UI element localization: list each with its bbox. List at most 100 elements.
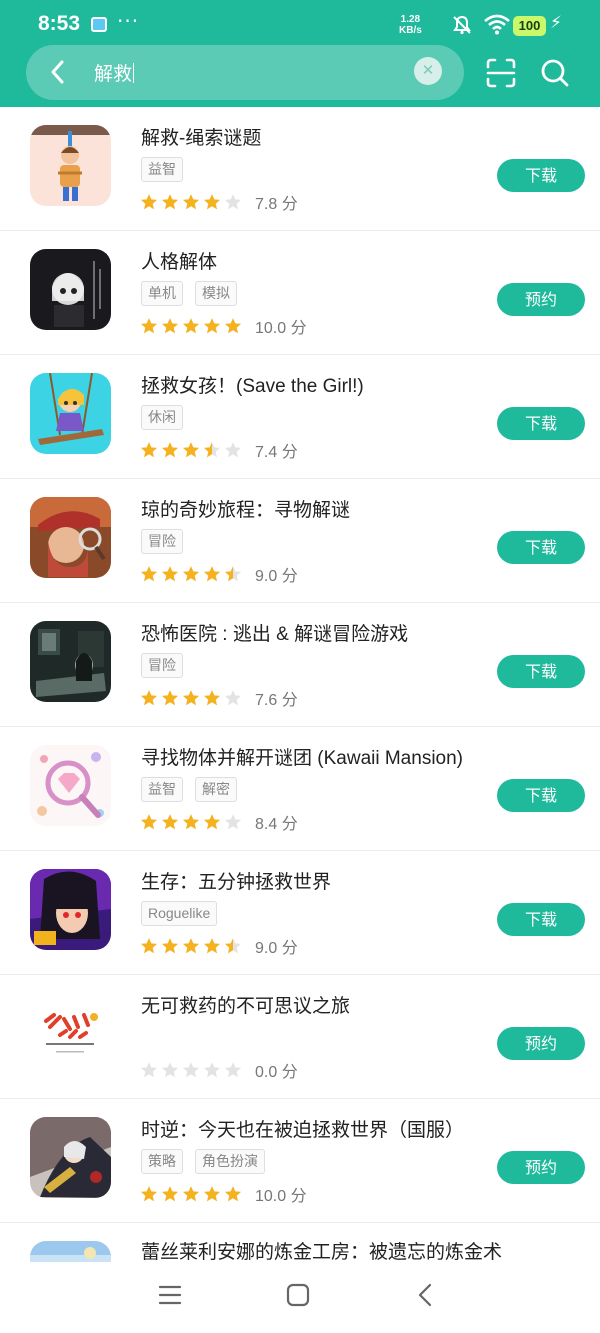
network-speed-unit: KB/s bbox=[399, 25, 422, 36]
download-button[interactable]: 下载 bbox=[497, 531, 585, 564]
search-results-list[interactable]: 解救-绳索谜题 益智 7.8 分 下载 人格解体 单机 模拟 10.0 分 预约… bbox=[0, 107, 600, 1262]
result-item[interactable]: 拯救女孩！(Save the Girl!) 休闲 7.4 分 下载 bbox=[0, 355, 600, 479]
app-icon[interactable] bbox=[30, 869, 111, 950]
star-filled-icon bbox=[204, 566, 220, 582]
home-icon[interactable] bbox=[286, 1282, 310, 1308]
star-filled-icon bbox=[162, 814, 178, 830]
tag[interactable]: 模拟 bbox=[195, 281, 237, 306]
star-filled-icon bbox=[183, 1186, 199, 1202]
rating-score: 9.0 分 bbox=[255, 940, 298, 957]
star-filled-icon bbox=[141, 194, 157, 210]
result-item[interactable]: 琼的奇妙旅程：寻物解谜 冒险 9.0 分 下载 bbox=[0, 479, 600, 603]
star-filled-icon bbox=[183, 318, 199, 334]
tag[interactable]: 益智 bbox=[141, 157, 183, 182]
rating-score: 0.0 分 bbox=[255, 1064, 298, 1081]
star-filled-icon bbox=[141, 442, 157, 458]
tag-list: 单机 模拟 bbox=[141, 281, 237, 306]
star-filled-icon bbox=[183, 442, 199, 458]
tag[interactable]: 冒险 bbox=[141, 653, 183, 678]
star-filled-icon bbox=[204, 1186, 220, 1202]
app-icon[interactable] bbox=[30, 1241, 111, 1262]
result-item[interactable]: 解救-绳索谜题 益智 7.8 分 下载 bbox=[0, 107, 600, 231]
network-speed-value: 1.28 bbox=[400, 14, 421, 25]
mute-bell-icon bbox=[453, 15, 471, 35]
app-icon[interactable] bbox=[30, 373, 111, 454]
tag[interactable]: 冒险 bbox=[141, 529, 183, 554]
star-filled-icon bbox=[183, 194, 199, 210]
back-icon[interactable] bbox=[414, 1282, 438, 1308]
tag[interactable]: 休闲 bbox=[141, 405, 183, 430]
tag[interactable]: 角色扮演 bbox=[195, 1149, 265, 1174]
tag-list: 冒险 bbox=[141, 653, 183, 678]
search-input[interactable]: 解救 bbox=[94, 59, 135, 86]
rating: 10.0 分 bbox=[140, 315, 307, 337]
scan-icon[interactable] bbox=[484, 56, 518, 90]
star-filled-icon bbox=[204, 318, 220, 334]
download-button[interactable]: 下载 bbox=[497, 903, 585, 936]
search-field[interactable] bbox=[26, 45, 464, 100]
tag[interactable]: 策略 bbox=[141, 1149, 183, 1174]
app-icon[interactable] bbox=[30, 745, 111, 826]
app-name[interactable]: 蕾丝莱利安娜的炼金工房：被遗忘的炼金术 bbox=[141, 1237, 502, 1262]
download-button[interactable]: 下载 bbox=[497, 159, 585, 192]
rating: 0.0 分 bbox=[140, 1059, 298, 1081]
app-name[interactable]: 拯救女孩！(Save the Girl!) bbox=[141, 371, 364, 398]
app-name[interactable]: 琼的奇妙旅程：寻物解谜 bbox=[141, 495, 350, 522]
star-half-icon bbox=[204, 442, 220, 458]
app-name[interactable]: 人格解体 bbox=[141, 247, 217, 274]
download-button[interactable]: 下载 bbox=[497, 407, 585, 440]
chevron-left-icon[interactable] bbox=[40, 52, 74, 92]
result-item[interactable]: 寻找物体并解开谜团 (Kawaii Mansion) 益智 解密 8.4 分 下… bbox=[0, 727, 600, 851]
app-icon[interactable] bbox=[30, 993, 111, 1074]
reserve-button[interactable]: 预约 bbox=[497, 1027, 585, 1060]
rating: 7.8 分 bbox=[140, 191, 298, 213]
result-item[interactable]: 恐怖医院 : 逃出 & 解谜冒险游戏 冒险 7.6 分 下载 bbox=[0, 603, 600, 727]
result-item[interactable]: 生存：五分钟拯救世界 Roguelike 9.0 分 下载 bbox=[0, 851, 600, 975]
menu-icon[interactable] bbox=[158, 1282, 182, 1308]
calendar-notification-icon bbox=[91, 17, 107, 32]
result-item[interactable]: 人格解体 单机 模拟 10.0 分 预约 bbox=[0, 231, 600, 355]
close-icon[interactable]: ✕ bbox=[414, 57, 442, 85]
star-filled-icon bbox=[141, 1186, 157, 1202]
star-empty-icon bbox=[141, 1062, 157, 1078]
reserve-button[interactable]: 预约 bbox=[497, 1151, 585, 1184]
reserve-button[interactable]: 预约 bbox=[497, 283, 585, 316]
download-button[interactable]: 下载 bbox=[497, 655, 585, 688]
star-filled-icon bbox=[162, 690, 178, 706]
tag[interactable]: Roguelike bbox=[141, 901, 218, 926]
text-caret bbox=[133, 63, 135, 83]
tag[interactable]: 益智 bbox=[141, 777, 183, 802]
app-icon[interactable] bbox=[30, 249, 111, 330]
app-name[interactable]: 解救-绳索谜题 bbox=[141, 123, 261, 150]
app-icon[interactable] bbox=[30, 621, 111, 702]
tag-list: 休闲 bbox=[141, 405, 183, 430]
search-icon[interactable] bbox=[538, 56, 572, 90]
result-item[interactable]: 时逆：今天也在被迫拯救世界（国服） 策略 角色扮演 10.0 分 预约 bbox=[0, 1099, 600, 1223]
download-button[interactable]: 下载 bbox=[497, 779, 585, 812]
app-icon[interactable] bbox=[30, 125, 111, 206]
star-filled-icon bbox=[141, 566, 157, 582]
network-speed: 1.28 KB/s bbox=[399, 14, 422, 36]
tag-list: Roguelike bbox=[141, 901, 218, 926]
app-name[interactable]: 寻找物体并解开谜团 (Kawaii Mansion) bbox=[141, 743, 463, 770]
system-nav-bar bbox=[0, 1262, 600, 1333]
top-bar: 8:53 ··· 1.28 KB/s 100 ⚡ 解救 ✕ bbox=[0, 0, 600, 107]
app-name[interactable]: 恐怖医院 : 逃出 & 解谜冒险游戏 bbox=[141, 619, 408, 646]
app-icon[interactable] bbox=[30, 1117, 111, 1198]
search-query: 解救 bbox=[94, 63, 133, 85]
charging-icon: ⚡ bbox=[550, 13, 562, 33]
star-rating bbox=[140, 193, 242, 211]
app-name[interactable]: 生存：五分钟拯救世界 bbox=[141, 867, 331, 894]
app-name[interactable]: 无可救药的不可思议之旅 bbox=[141, 991, 350, 1018]
star-filled-icon bbox=[183, 814, 199, 830]
star-filled-icon bbox=[162, 318, 178, 334]
app-icon[interactable] bbox=[30, 497, 111, 578]
star-filled-icon bbox=[141, 690, 157, 706]
star-empty-icon bbox=[183, 1062, 199, 1078]
tag[interactable]: 解密 bbox=[195, 777, 237, 802]
star-empty-icon bbox=[225, 1062, 241, 1078]
result-item[interactable]: 蕾丝莱利安娜的炼金工房：被遗忘的炼金术 bbox=[0, 1223, 600, 1262]
result-item[interactable]: 无可救药的不可思议之旅 0.0 分 预约 bbox=[0, 975, 600, 1099]
tag[interactable]: 单机 bbox=[141, 281, 183, 306]
app-name[interactable]: 时逆：今天也在被迫拯救世界（国服） bbox=[141, 1115, 464, 1142]
